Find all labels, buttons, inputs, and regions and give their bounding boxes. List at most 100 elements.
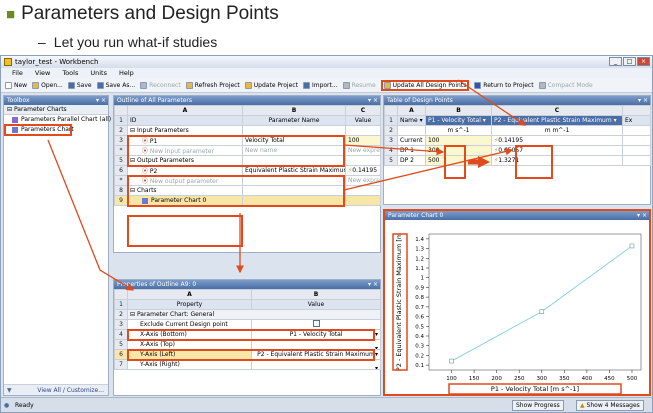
close-button[interactable]: × [637,57,650,66]
show-messages-button[interactable]: ▲ Show 4 Messages [576,400,644,411]
y-tick-label: 1.2 [415,256,424,262]
chart-header: Parameter Chart 0 ▾ × [385,211,649,220]
toolbar-button-open[interactable]: Open... [32,82,63,89]
status-text: Ready [15,402,34,409]
parameter-name[interactable]: Equivalent Plastic Strain Maximum [242,165,346,176]
table-row[interactable]: 6 ⦿ P2 Equivalent Plastic Strain Maximum ⚡0… [114,165,381,176]
y-tick-label: 0.4 [415,334,424,340]
compact-icon [538,82,546,89]
row-label[interactable]: ⊟ Input Parameters [127,125,243,136]
y-tick-label: 0.6 [415,315,424,321]
chart-pane: Parameter Chart 0 ▾ × 100 150 200 250 300 350 4… [383,209,651,396]
window-controls: _ □ × [609,57,650,67]
row-number: 8 [114,185,128,196]
table-row[interactable]: 2 ⊟ Input Parameters [114,125,381,136]
reconnect-icon [140,82,148,89]
toolbar-button-save-as[interactable]: Save As... [96,82,135,89]
table-row: 5 X-Axis (Top) ▾ [114,339,381,350]
parameter-value[interactable]: 100 [345,135,381,146]
pane-menu-icon[interactable]: ▾ × [368,96,378,105]
y-axis-right-select[interactable]: ▾ [251,359,381,370]
data-point [629,243,635,249]
toolbar-button-update-project[interactable]: Update Project [244,82,298,89]
row-label[interactable]: ⦿ P2 [127,165,243,176]
filter-icon[interactable]: ▼ [7,385,12,396]
row-number: * [114,145,128,156]
col-header-value: Value [251,299,381,310]
toolbar-button-reconnect[interactable]: Reconnect [140,82,181,89]
col-letter: A [127,289,252,300]
dp-name[interactable]: DP 1 [397,145,426,156]
property-label: Y-Axis (Right) [127,359,252,370]
slide-title-text: Parameters and Design Points [21,3,279,24]
table-row[interactable]: 3 Current 100 ⚡0.14195 [384,135,651,146]
x-tick-label: 450 [604,376,615,382]
highlight-box [515,145,553,179]
save-icon [67,82,75,89]
dp-name[interactable]: Current [397,135,426,146]
new-expression-field[interactable]: New expres [345,145,381,156]
toolbar-button-return-to-project[interactable]: Return to Project [474,82,534,89]
highlight-box [4,124,72,136]
toolbar: New Open... Save Save As... Reconnect Refresh… [1,79,652,93]
toolbar-button-import[interactable]: Import... [302,82,338,89]
view-all-link[interactable]: View All / Customize... [37,387,104,394]
toolbar-button-save[interactable]: Save [67,82,92,89]
x-tick-label: 500 [627,376,638,382]
col-letter: B [251,289,381,300]
pane-close-icon[interactable]: ▾ × [96,96,106,105]
show-progress-button[interactable]: Show Progress [512,400,564,411]
x-tick-label: 150 [469,376,480,382]
window-title: taylor_test - Workbench [15,58,99,66]
property-label: X-Axis (Top) [127,339,252,350]
menu-file[interactable]: File [12,68,23,79]
refresh-icon [185,82,193,89]
col-header-name[interactable]: Name ▾ [397,115,426,126]
menu-help[interactable]: Help [119,68,134,79]
menu-tools[interactable]: Tools [62,68,78,79]
menu-view[interactable]: View [35,68,50,79]
toolbox-item-parameters-chart[interactable]: Parameters Chart [4,124,74,136]
maximize-button[interactable]: □ [623,57,636,66]
toolbar-button-resume[interactable]: Resume [342,82,376,89]
col-header-p2[interactable]: P2 - Equivalent Plastic Strain Maximum ▾ [491,115,623,126]
data-point [539,309,545,314]
parameter-value: ⚡0.14195 [345,165,381,176]
toolbar-button-refresh-project[interactable]: Refresh Project [185,82,240,89]
new-expression-field[interactable]: New expres [345,175,381,186]
output-parameter-icon: ⦿ [142,168,150,175]
row-number: 9 [114,195,128,206]
parameter-chart[interactable]: 100 150 200 250 300 350 400 450 500 0.1 0.2 0.3 0.4 0… [385,220,649,395]
toolbox-group[interactable]: ⊟ Parameter Charts [4,105,108,115]
y-tick-label: 1.3 [415,247,424,253]
y-tick-label: 1 [421,276,425,282]
toolbox-item-label: Parameters Parallel Chart (all) [21,116,112,123]
pane-close-icon[interactable]: ▾ × [637,211,647,220]
property-label: Exclude Current Design point [127,319,252,330]
y-tick-label: 0.3 [415,344,424,350]
slide-subtitle-text: Let you run what-if studies [53,34,218,50]
outline-pane: Outline of All Parameters ▾ × ABC 1 ID Para… [113,95,381,253]
plot-area [428,233,642,371]
dp-name[interactable]: DP 2 [397,155,426,166]
properties-header: Properties of Outline A9: 0 ▾ × [114,280,380,289]
col-header-p1[interactable]: P1 - Velocity Total ▾ [425,115,492,126]
return-icon [474,82,482,89]
col-header-extra: Ex [622,115,651,126]
toolbar-label: Resume [351,82,376,89]
toolbox-footer[interactable]: ▼ View All / Customize... [4,384,108,395]
design-points-pane: Table of Design Points ▾ × ABC 1 Name ▾ P1 … [383,95,651,205]
pane-menu-icon[interactable]: ▾ × [368,280,378,289]
minimize-button[interactable]: _ [609,57,622,66]
pane-menu-icon[interactable]: ▾ × [638,96,648,105]
toolbar-button-compact-mode[interactable]: Compact Mode [538,82,593,89]
exclude-checkbox-cell[interactable] [251,319,381,330]
menu-units[interactable]: Units [90,68,107,79]
exclude-checkbox[interactable] [312,320,320,327]
unit-label: m s^-1 [425,125,492,136]
toolbar-button-new[interactable]: New [5,82,27,89]
toolbar-button-update-all-design-points[interactable]: Update All Design Points [380,80,470,91]
x-axis-top-select[interactable]: ▾ [251,339,381,350]
group-label[interactable]: ⊟ Parameter Chart: General [127,309,381,320]
dp-p1-value[interactable]: 100 [425,135,492,146]
